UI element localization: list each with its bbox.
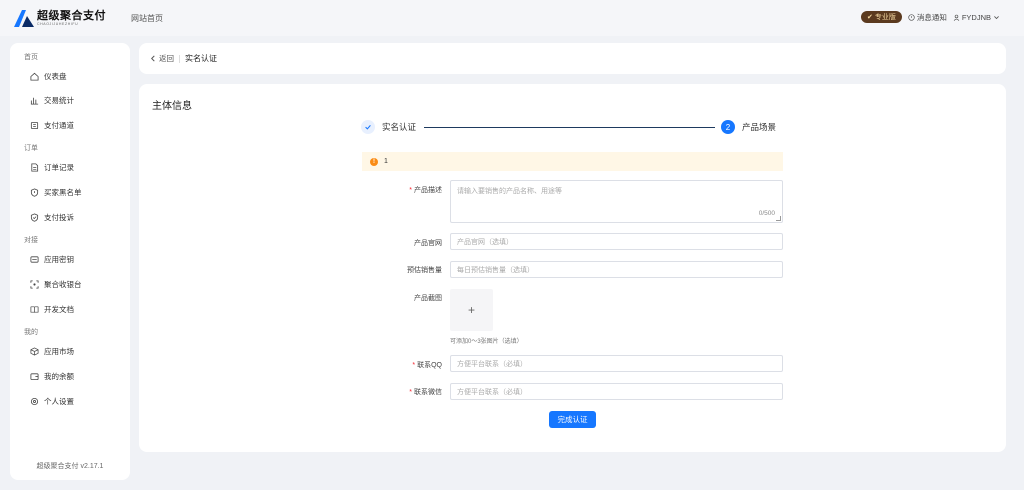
shield-alert-icon (30, 188, 39, 197)
user-menu[interactable]: FYDJNB (953, 13, 1000, 22)
step-realname: 实名认证 (361, 120, 416, 134)
top-bar: 超级聚合支付 CHAOJIJUHEZHIFU 网站首页 ✔ 专业版 消息通知 F… (0, 0, 1024, 36)
group-title-integration: 对接 (24, 237, 38, 244)
screenshot-label: 产品截图 (414, 295, 442, 302)
box-icon (30, 347, 39, 356)
website-input[interactable]: 产品官网（选填） (450, 233, 783, 250)
chevron-down-icon (994, 15, 999, 19)
sidebar-item-label: 支付投诉 (44, 213, 74, 222)
sidebar-item-app-keys[interactable]: 应用密钥 (30, 254, 74, 265)
sidebar-item-label: 应用市场 (44, 347, 74, 356)
alert-banner: ! 1 (362, 152, 783, 171)
sidebar-item-checkout[interactable]: 聚合收银台 (30, 279, 82, 290)
logo[interactable]: 超级聚合支付 CHAOJIJUHEZHIFU (14, 9, 130, 27)
warning-icon: ! (370, 157, 378, 166)
crown-icon: ✔ (866, 14, 873, 21)
step-product-scene: 2 产品场景 (721, 120, 776, 134)
product-desc-placeholder: 请输入要销售的产品名称、用途等 (457, 188, 562, 195)
sales-estimate-label: 预估销售量 (407, 267, 442, 274)
breadcrumb-separator (179, 54, 180, 63)
main-card: 主体信息 实名认证 2 产品场景 ! 1 * 产品描述 请输入要销售的产品名称、用… (139, 84, 1006, 452)
check-icon (361, 120, 375, 134)
pro-badge[interactable]: ✔ 专业版 (860, 11, 902, 23)
complete-verification-button[interactable]: 完成认证 (549, 411, 596, 428)
version-label: 超级聚合支付 v2.17.1 (36, 463, 104, 470)
alert-text: 1 (384, 158, 388, 165)
notifications-button[interactable]: 消息通知 (908, 12, 947, 23)
sidebar-item-label: 交易统计 (44, 96, 74, 105)
char-counter: 0/500 (758, 210, 775, 217)
wechat-label: * 联系微信 (409, 389, 442, 396)
book-icon (30, 306, 39, 313)
upload-hint: 可添加0～3张图片（选填） (450, 339, 523, 345)
bell-icon (908, 13, 915, 21)
username: FYDJNB (961, 12, 991, 22)
payment-icon (30, 121, 39, 130)
group-title-mine: 我的 (24, 329, 38, 336)
sidebar-item-label: 聚合收银台 (44, 280, 82, 289)
sidebar-item-label: 个人设置 (44, 397, 74, 406)
sidebar-item-dev-docs[interactable]: 开发文档 (30, 304, 74, 315)
sidebar-item-label: 开发文档 (44, 305, 74, 314)
product-desc-textarea[interactable]: 请输入要销售的产品名称、用途等 0/500 (450, 180, 783, 223)
sidebar-item-app-market[interactable]: 应用市场 (30, 346, 74, 357)
sidebar-item-order-records[interactable]: 订单记录 (30, 162, 74, 173)
sidebar-item-buyer-blacklist[interactable]: 买家黑名单 (30, 187, 82, 198)
group-title-home: 首页 (24, 54, 38, 61)
group-title-orders: 订单 (24, 145, 38, 152)
sidebar-item-label: 仪表盘 (44, 72, 67, 81)
section-title: 主体信息 (152, 101, 192, 112)
step-connector (424, 127, 715, 128)
breadcrumb: 返回 实名认证 (139, 43, 1006, 74)
pro-badge-label: 专业版 (874, 14, 896, 21)
logo-title: 超级聚合支付 (37, 9, 106, 22)
shield-complaint-icon (30, 213, 39, 222)
logo-subtitle: CHAOJIJUHEZHIFU (37, 21, 79, 26)
sidebar-item-transaction-stats[interactable]: 交易统计 (30, 95, 74, 106)
sidebar: 首页 仪表盘 交易统计 支付通道 订单 订单记录 买家黑名单 支付投诉 对接 应… (10, 43, 130, 480)
step-number: 2 (721, 120, 735, 134)
sidebar-item-personal-settings[interactable]: 个人设置 (30, 396, 74, 407)
product-desc-label: * 产品描述 (409, 187, 442, 194)
sidebar-item-label: 支付通道 (44, 121, 74, 130)
sidebar-item-label: 买家黑名单 (44, 188, 82, 197)
website-label: 产品官网 (414, 240, 442, 247)
settings-icon (30, 397, 39, 406)
wallet-icon (30, 373, 39, 381)
resize-handle[interactable] (776, 216, 781, 221)
qq-input[interactable]: 方便平台联系（必填） (450, 355, 783, 372)
wechat-input[interactable]: 方便平台联系（必填） (450, 383, 783, 400)
document-icon (31, 163, 39, 172)
plus-icon: + (467, 303, 475, 317)
key-card-icon (30, 256, 39, 263)
notifications-label: 消息通知 (916, 12, 947, 22)
chevron-left-icon (151, 55, 155, 62)
scan-icon (30, 280, 39, 289)
image-upload-button[interactable]: + (450, 289, 493, 331)
sidebar-item-dashboard[interactable]: 仪表盘 (30, 71, 67, 82)
user-icon (953, 14, 960, 21)
step-label: 产品场景 (742, 122, 777, 132)
sidebar-item-label: 我的余额 (44, 372, 74, 381)
website-home-link[interactable]: 网站首页 (131, 13, 163, 24)
sidebar-item-payment-channels[interactable]: 支付通道 (30, 120, 74, 131)
sidebar-item-label: 应用密钥 (44, 255, 74, 264)
sidebar-item-label: 订单记录 (44, 163, 74, 172)
bar-chart-icon (30, 97, 39, 105)
logo-icon (14, 10, 34, 27)
back-button[interactable]: 返回 (150, 53, 174, 64)
qq-label: * 联系QQ (412, 362, 442, 369)
sidebar-item-payment-complaints[interactable]: 支付投诉 (30, 212, 74, 223)
back-label: 返回 (159, 54, 174, 63)
sales-estimate-input[interactable]: 每日预估销售量（选填） (450, 261, 783, 278)
step-label: 实名认证 (382, 122, 417, 132)
sidebar-item-my-balance[interactable]: 我的余额 (30, 371, 74, 382)
breadcrumb-current: 实名认证 (185, 54, 217, 63)
home-icon (30, 72, 39, 81)
